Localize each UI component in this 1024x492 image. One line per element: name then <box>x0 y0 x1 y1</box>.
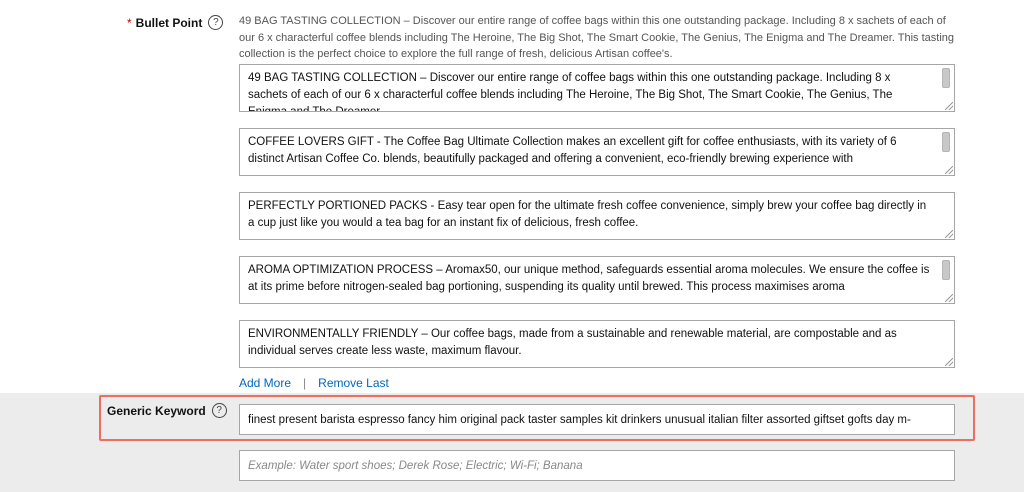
bullet-actions: Add More | Remove Last <box>239 376 389 390</box>
add-more-link[interactable]: Add More <box>239 376 291 390</box>
bullet-point-field-3[interactable]: PERFECTLY PORTIONED PACKS - Easy tear op… <box>239 192 955 240</box>
bullet-point-field-text: COFFEE LOVERS GIFT - The Coffee Bag Ulti… <box>248 136 897 165</box>
bullet-point-field-1[interactable]: 49 BAG TASTING COLLECTION – Discover our… <box>239 64 955 112</box>
highlight-box <box>99 395 975 441</box>
bullet-point-field-2[interactable]: COFFEE LOVERS GIFT - The Coffee Bag Ulti… <box>239 128 955 176</box>
scrollbar-thumb[interactable] <box>942 132 950 152</box>
bullet-point-label: * Bullet Point ? <box>127 15 224 30</box>
bullet-point-hint: 49 BAG TASTING COLLECTION – Discover our… <box>239 15 954 60</box>
bullet-point-field-5[interactable]: ENVIRONMENTALLY FRIENDLY – Our coffee ba… <box>239 320 955 368</box>
resize-handle-icon[interactable] <box>945 166 953 174</box>
bullet-point-field-text: 49 BAG TASTING COLLECTION – Discover our… <box>248 72 893 112</box>
bullet-point-field-text: AROMA OPTIMIZATION PROCESS – Aromax50, o… <box>248 264 930 293</box>
resize-handle-icon[interactable] <box>945 358 953 366</box>
bullet-point-field-text: ENVIRONMENTALLY FRIENDLY – Our coffee ba… <box>248 328 897 357</box>
generic-keyword-input-empty[interactable]: Example: Water sport shoes; Derek Rose; … <box>239 450 955 481</box>
resize-handle-icon[interactable] <box>945 102 953 110</box>
bullet-point-field-text: PERFECTLY PORTIONED PACKS - Easy tear op… <box>248 200 927 229</box>
bullet-point-field-4[interactable]: AROMA OPTIMIZATION PROCESS – Aromax50, o… <box>239 256 955 304</box>
resize-handle-icon[interactable] <box>945 294 953 302</box>
required-marker: * <box>127 15 132 30</box>
scrollbar-thumb[interactable] <box>942 260 950 280</box>
scrollbar-thumb[interactable] <box>942 68 950 88</box>
help-icon[interactable]: ? <box>208 15 224 30</box>
resize-handle-icon[interactable] <box>945 230 953 238</box>
link-separator: | <box>303 376 307 390</box>
remove-last-link[interactable]: Remove Last <box>318 376 389 390</box>
bullet-point-label-text: Bullet Point <box>135 15 203 30</box>
